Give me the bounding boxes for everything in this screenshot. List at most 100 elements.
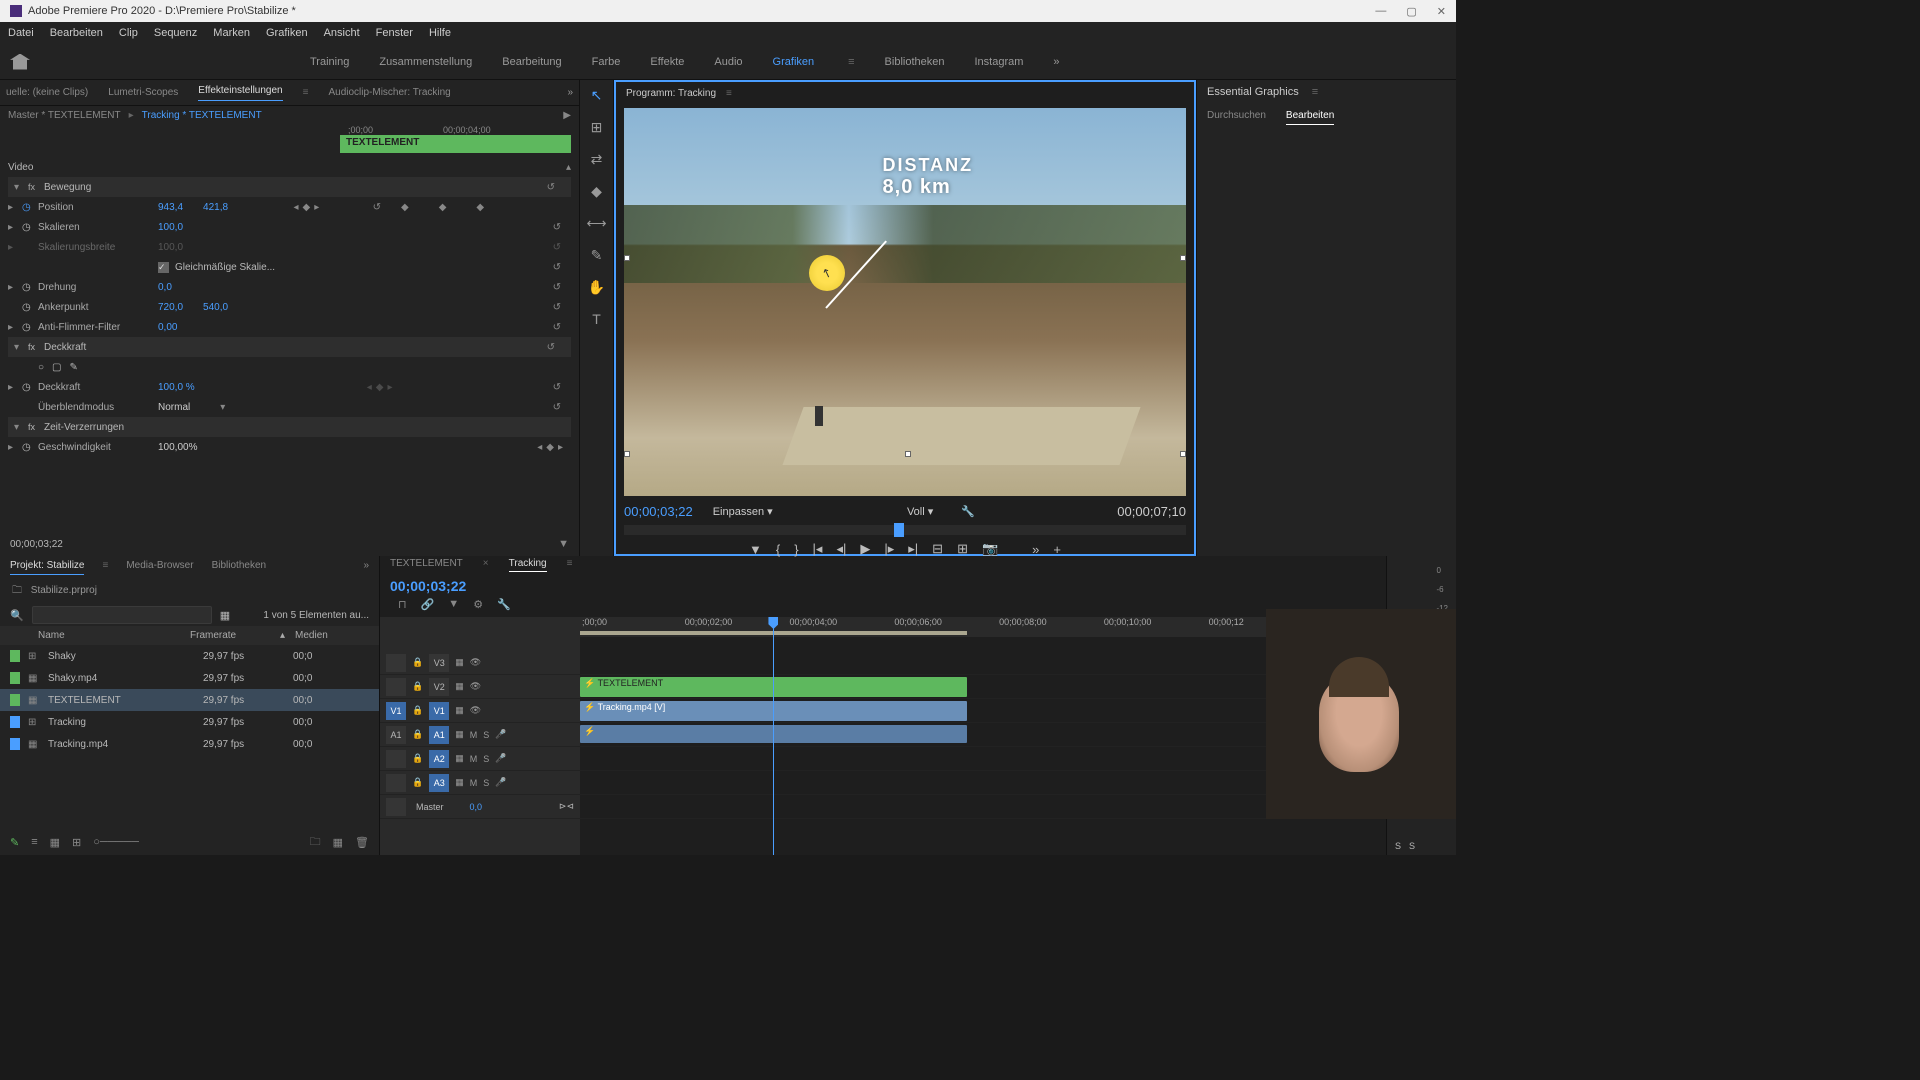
settings-icon[interactable]: ⚙	[473, 598, 483, 611]
add-kf-icon[interactable]: ◆	[546, 442, 554, 453]
eg-tab-browse[interactable]: Durchsuchen	[1207, 110, 1266, 125]
track-v1[interactable]: V1	[429, 702, 449, 720]
track-a3[interactable]: A3	[429, 774, 449, 792]
ws-bibliotheken[interactable]: Bibliotheken	[885, 56, 945, 68]
selection-box[interactable]	[624, 108, 1186, 496]
lift-icon[interactable]: ⊟	[932, 541, 943, 557]
tab-lumetri[interactable]: Lumetri-Scopes	[108, 87, 178, 98]
panel-menu-icon[interactable]: ≡	[726, 88, 732, 99]
twirl-icon[interactable]: ▾	[14, 422, 28, 433]
panel-menu-icon[interactable]: ≡	[1312, 86, 1318, 98]
toggle-icon[interactable]: ▦	[455, 681, 464, 692]
ws-farbe[interactable]: Farbe	[592, 56, 621, 68]
trash-icon[interactable]: 🗑	[355, 836, 369, 849]
geschw-val[interactable]: 100,00%	[158, 442, 197, 453]
next-kf-icon[interactable]: ▸	[388, 382, 393, 393]
lock-icon[interactable]: 🔒	[412, 777, 423, 788]
toggle-icon[interactable]: ▦	[455, 657, 464, 668]
stopwatch-icon[interactable]: ◷	[22, 382, 38, 393]
mic-icon[interactable]: 🎤	[495, 729, 506, 740]
eye-icon[interactable]: 👁	[470, 681, 481, 692]
mute-icon[interactable]: M	[470, 730, 478, 740]
twirl-icon[interactable]: ▸	[8, 282, 22, 293]
mute-icon[interactable]: M	[470, 778, 478, 788]
go-out-icon[interactable]: ▸|	[908, 541, 918, 557]
menu-fenster[interactable]: Fenster	[376, 27, 413, 39]
solo-icon[interactable]: S	[483, 730, 489, 740]
reset-icon[interactable]: ↺	[553, 302, 561, 313]
tab-media-browser[interactable]: Media-Browser	[126, 560, 193, 575]
src-v1[interactable]: V1	[386, 702, 406, 720]
track-a3-header[interactable]: 🔒 A3 ▦ M S 🎤	[380, 771, 580, 795]
stopwatch-icon[interactable]: ◷	[22, 202, 38, 213]
ws-zusammenstellung[interactable]: Zusammenstellung	[379, 56, 472, 68]
menu-marken[interactable]: Marken	[213, 27, 250, 39]
twirl-icon[interactable]: ▾	[14, 342, 28, 353]
fx-icon[interactable]: fx	[28, 422, 44, 432]
tab-source[interactable]: uelle: (keine Clips)	[6, 87, 88, 98]
reset-icon[interactable]: ↺	[553, 382, 561, 393]
track-v3-header[interactable]: 🔒 V3 ▦ 👁	[380, 651, 580, 675]
uniform-checkbox[interactable]	[158, 262, 169, 273]
menu-datei[interactable]: Datei	[8, 27, 34, 39]
next-kf-icon[interactable]: ▸	[558, 442, 563, 453]
zoom-slider[interactable]: ○─────	[93, 836, 139, 848]
deckkraft-val[interactable]: 100,0 %	[158, 382, 195, 393]
twirl-icon[interactable]: ▸	[8, 242, 22, 253]
bewegung-group[interactable]: ▾ fx Bewegung ↺	[8, 177, 571, 197]
track-a2[interactable]: A2	[429, 750, 449, 768]
pen-icon[interactable]: ✎	[10, 836, 19, 849]
menu-sequenz[interactable]: Sequenz	[154, 27, 197, 39]
playhead[interactable]	[773, 617, 774, 855]
reset-icon[interactable]: ↺	[547, 342, 555, 353]
eye-icon[interactable]: 👁	[470, 657, 481, 668]
program-monitor[interactable]: DISTANZ 8,0 km	[624, 108, 1186, 496]
close-icon[interactable]: ✕	[1437, 5, 1446, 18]
col-name[interactable]: Name	[10, 630, 190, 641]
timeline-timecode[interactable]: 00;00;03;22	[390, 578, 466, 594]
lock-icon[interactable]: 🔒	[412, 705, 423, 716]
out-point-icon[interactable]: }	[794, 542, 798, 557]
wrench-icon[interactable]: 🔧	[961, 505, 975, 518]
lock-icon[interactable]: 🔒	[412, 729, 423, 740]
stopwatch-icon[interactable]: ◷	[22, 282, 38, 293]
stopwatch-icon[interactable]: ◷	[22, 302, 38, 313]
linked-sel-icon[interactable]: 🔗	[421, 598, 435, 611]
twirl-icon[interactable]: ▸	[8, 382, 22, 393]
clip-bar[interactable]: TEXTELEMENT	[340, 135, 571, 153]
track-a1-header[interactable]: A1 🔒 A1 ▦ M S 🎤	[380, 723, 580, 747]
reset-icon[interactable]: ↺	[553, 242, 561, 253]
track-v1-header[interactable]: V1 🔒 V1 ▦ 👁	[380, 699, 580, 723]
new-bin-icon[interactable]: 🗀	[310, 833, 321, 852]
fx-icon[interactable]: fx	[28, 342, 44, 352]
reset-icon[interactable]: ↺	[373, 202, 381, 213]
scrubber[interactable]	[624, 525, 1186, 535]
thumb-icon[interactable]: ▦	[220, 609, 230, 622]
ws-bearbeitung[interactable]: Bearbeitung	[502, 56, 561, 68]
bin-icon[interactable]: 🗀	[12, 585, 22, 596]
in-point-icon[interactable]: {	[776, 542, 780, 557]
home-icon[interactable]	[10, 54, 30, 70]
track-a2-header[interactable]: 🔒 A2 ▦ M S 🎤	[380, 747, 580, 771]
hand-tool-icon[interactable]: ✋	[588, 278, 606, 296]
solo-icon[interactable]: S	[483, 754, 489, 764]
src-a1[interactable]: A1	[386, 726, 406, 744]
solo-icon[interactable]: S	[483, 778, 489, 788]
menu-bearbeiten[interactable]: Bearbeiten	[50, 27, 103, 39]
dropdown-icon[interactable]: ▾	[220, 402, 225, 413]
twirl-icon[interactable]: ▾	[14, 182, 28, 193]
drehung-val[interactable]: 0,0	[158, 282, 172, 293]
list-item[interactable]: ⊞Shaky29,97 fps00;0	[0, 645, 379, 667]
ws-grafiken[interactable]: Grafiken	[773, 56, 815, 68]
master-clip-label[interactable]: Master * TEXTELEMENT	[8, 110, 121, 121]
mic-icon[interactable]: 🎤	[495, 777, 506, 788]
list-item[interactable]: ▦TEXTELEMENT29,97 fps00;0	[0, 689, 379, 711]
deckkraft-group[interactable]: ▾ fx Deckkraft ↺	[8, 337, 571, 357]
next-kf-icon[interactable]: ▸	[314, 202, 319, 213]
lock-icon[interactable]: 🔒	[412, 753, 423, 764]
ws-audio[interactable]: Audio	[714, 56, 742, 68]
add-btn-icon[interactable]: +	[1053, 542, 1061, 557]
lock-icon[interactable]: 🔒	[412, 681, 423, 692]
twirl-icon[interactable]: ▸	[8, 202, 22, 213]
menu-hilfe[interactable]: Hilfe	[429, 27, 451, 39]
